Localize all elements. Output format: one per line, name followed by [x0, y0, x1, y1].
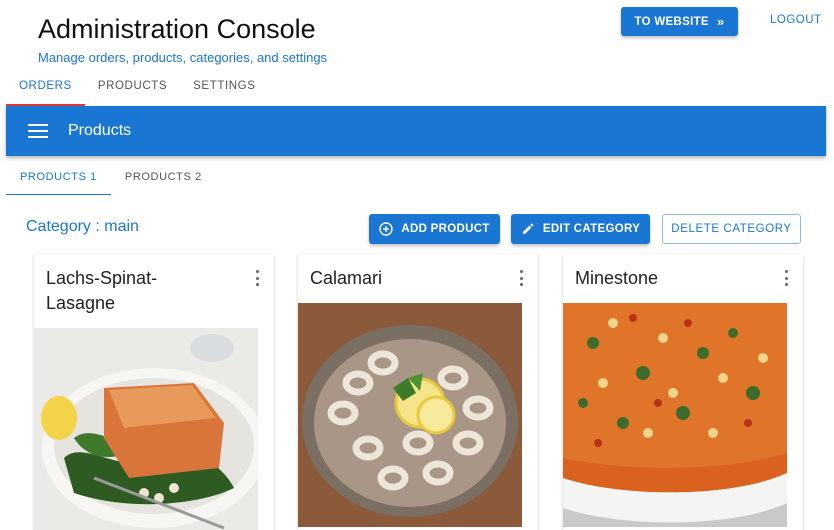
product-image — [298, 303, 522, 527]
more-vert-icon[interactable] — [254, 270, 260, 286]
double-chevron-right-icon: » — [716, 14, 725, 29]
add-product-label: ADD PRODUCT — [401, 223, 490, 235]
product-image — [34, 328, 258, 530]
product-name: Calamari — [310, 268, 383, 288]
more-vert-icon[interactable] — [518, 270, 524, 286]
product-card[interactable]: Lachs-Spinat-Lasagne — [34, 254, 274, 530]
product-card[interactable]: Calamari — [298, 254, 538, 530]
edit-category-button[interactable]: EDIT CATEGORY — [511, 214, 650, 244]
page-subtitle: Manage orders, products, categories, and… — [38, 50, 328, 65]
main-tabs: ORDERS PRODUCTS SETTINGS — [6, 72, 268, 106]
page-title: Administration Console — [38, 14, 316, 44]
hamburger-menu-icon[interactable] — [28, 124, 48, 138]
product-image — [563, 303, 787, 527]
tab-orders[interactable]: ORDERS — [6, 72, 85, 106]
admin-page: Administration Console Manage orders, pr… — [0, 0, 834, 530]
tab-settings[interactable]: SETTINGS — [180, 72, 268, 106]
category-label: Category : main — [26, 218, 139, 235]
tab-products[interactable]: PRODUCTS — [85, 72, 180, 106]
tab-products-1[interactable]: PRODUCTS 1 — [6, 163, 111, 195]
more-vert-icon[interactable] — [783, 270, 789, 286]
pencil-icon — [522, 223, 534, 234]
add-circle-icon — [379, 222, 394, 236]
app-bar-title: Products — [68, 122, 132, 139]
tab-products-2[interactable]: PRODUCTS 2 — [111, 163, 216, 195]
add-product-button[interactable]: ADD PRODUCT — [369, 214, 500, 244]
products-app-bar: Products — [6, 106, 826, 156]
to-website-label: TO WEBSITE — [634, 15, 709, 28]
product-card[interactable]: Minestone — [563, 254, 803, 530]
logout-button[interactable]: LOGOUT — [770, 14, 822, 26]
product-sub-tabs: PRODUCTS 1 PRODUCTS 2 — [6, 163, 216, 195]
to-website-button[interactable]: TO WEBSITE » — [621, 7, 738, 36]
product-name: Minestone — [575, 268, 659, 288]
delete-category-button[interactable]: DELETE CATEGORY — [662, 214, 801, 244]
product-name: Lachs-Spinat-Lasagne — [46, 268, 158, 313]
edit-category-label: EDIT CATEGORY — [542, 223, 641, 235]
delete-category-label: DELETE CATEGORY — [671, 223, 792, 235]
